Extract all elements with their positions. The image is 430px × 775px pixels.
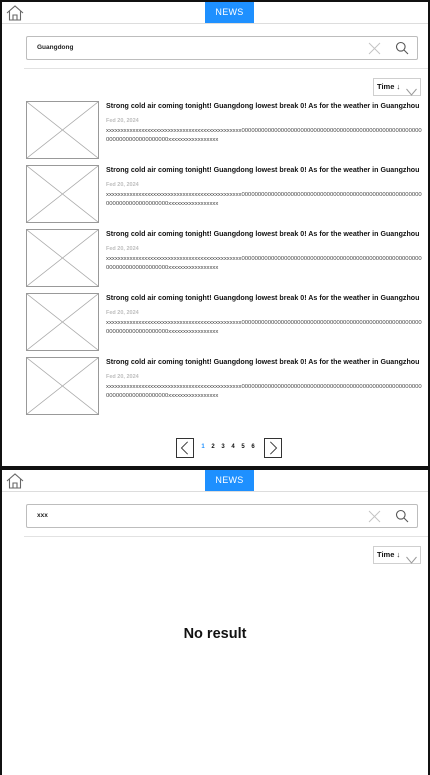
top-bar: NEWS: [2, 2, 428, 24]
chevron-left-icon: [180, 441, 188, 455]
search-bar[interactable]: xxx: [26, 504, 418, 528]
top-bar: NEWS: [2, 470, 428, 492]
image-placeholder-icon: [26, 357, 99, 415]
home-icon[interactable]: [6, 5, 24, 21]
news-list-item[interactable]: Strong cold air coming tonight! Guangdon…: [26, 165, 430, 229]
page-numbers: 123456: [198, 444, 258, 450]
image-placeholder-icon: [26, 229, 99, 287]
home-icon[interactable]: [6, 473, 24, 489]
news-list-item[interactable]: Strong cold air coming tonight! Guangdon…: [26, 229, 430, 293]
page-number[interactable]: 3: [218, 444, 228, 450]
sort-label: Time ↓: [377, 550, 401, 559]
chevron-down-icon: [406, 551, 417, 564]
sort-dropdown[interactable]: Time ↓: [373, 546, 421, 564]
news-title[interactable]: Strong cold air coming tonight! Guangdon…: [106, 165, 430, 175]
news-date: Fed 20, 2024: [106, 374, 139, 380]
image-placeholder-icon: [26, 293, 99, 351]
news-list: Strong cold air coming tonight! Guangdon…: [26, 101, 430, 421]
news-title[interactable]: Strong cold air coming tonight! Guangdon…: [106, 101, 430, 111]
clear-icon[interactable]: [368, 42, 381, 55]
news-title[interactable]: Strong cold air coming tonight! Guangdon…: [106, 293, 430, 303]
page-number[interactable]: 1: [198, 444, 208, 450]
news-list-item[interactable]: Strong cold air coming tonight! Guangdon…: [26, 101, 430, 165]
news-date: Fed 20, 2024: [106, 182, 139, 188]
news-date: Fed 20, 2024: [106, 246, 139, 252]
news-list-item[interactable]: Strong cold air coming tonight! Guangdon…: [26, 293, 430, 357]
image-placeholder-icon: [26, 101, 99, 159]
chevron-down-icon: [406, 83, 417, 96]
sort-label: Time ↓: [377, 82, 401, 91]
news-snippet: xxxxxxxxxxxxxxxxxxxxxxxxxxxxxxxxxxxxxxxx…: [106, 320, 422, 335]
news-title[interactable]: Strong cold air coming tonight! Guangdon…: [106, 357, 430, 367]
next-page-button[interactable]: [264, 438, 282, 458]
news-list-item[interactable]: Strong cold air coming tonight! Guangdon…: [26, 357, 430, 421]
chevron-right-icon: [270, 441, 278, 455]
news-date: Fed 20, 2024: [106, 310, 139, 316]
search-input[interactable]: xxx: [37, 505, 48, 527]
divider: [24, 536, 428, 537]
news-snippet: xxxxxxxxxxxxxxxxxxxxxxxxxxxxxxxxxxxxxxxx…: [106, 384, 422, 399]
news-date: Fed 20, 2024: [106, 118, 139, 124]
previous-page-button[interactable]: [176, 438, 194, 458]
tab-news[interactable]: NEWS: [205, 2, 254, 23]
page-number[interactable]: 5: [238, 444, 248, 450]
clear-icon[interactable]: [368, 510, 381, 523]
news-snippet: xxxxxxxxxxxxxxxxxxxxxxxxxxxxxxxxxxxxxxxx…: [106, 128, 422, 143]
search-input[interactable]: Guangdong: [37, 37, 73, 59]
news-snippet: xxxxxxxxxxxxxxxxxxxxxxxxxxxxxxxxxxxxxxxx…: [106, 192, 422, 207]
tab-news[interactable]: NEWS: [205, 470, 254, 491]
search-bar[interactable]: Guangdong: [26, 36, 418, 60]
page-number[interactable]: 4: [228, 444, 238, 450]
divider: [24, 68, 428, 69]
news-search-results-screen: NEWS Guangdong Time ↓ Strong cold air co…: [0, 0, 430, 468]
page-number[interactable]: 2: [208, 444, 218, 450]
news-title[interactable]: Strong cold air coming tonight! Guangdon…: [106, 229, 430, 239]
image-placeholder-icon: [26, 165, 99, 223]
news-snippet: xxxxxxxxxxxxxxxxxxxxxxxxxxxxxxxxxxxxxxxx…: [106, 256, 422, 271]
news-empty-results-screen: NEWS xxx Time ↓ No result: [0, 468, 430, 775]
sort-dropdown[interactable]: Time ↓: [373, 78, 421, 96]
search-icon[interactable]: [395, 41, 409, 55]
search-icon[interactable]: [395, 509, 409, 523]
page-number[interactable]: 6: [248, 444, 258, 450]
empty-state-message: No result: [183, 626, 247, 642]
